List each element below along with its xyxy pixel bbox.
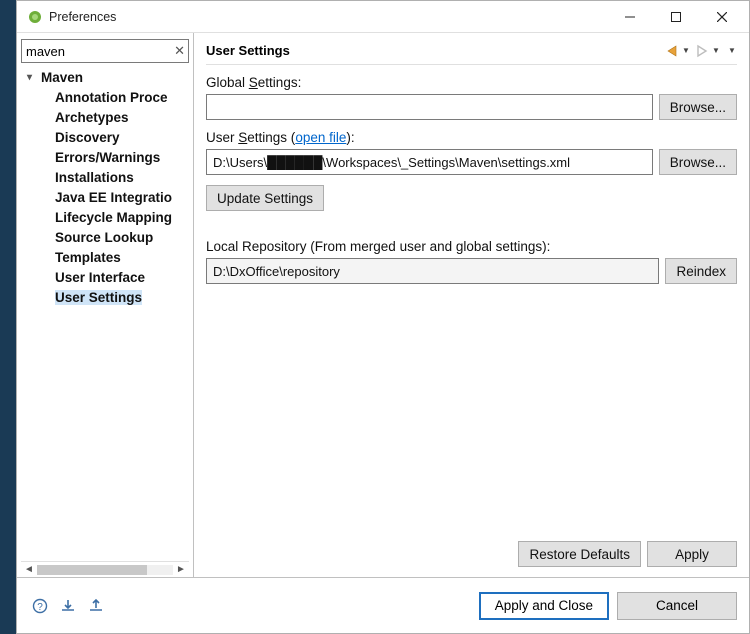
maximize-button[interactable]	[653, 2, 699, 32]
tree-item[interactable]: Lifecycle Mapping	[21, 207, 189, 227]
scroll-right-icon[interactable]: ►	[173, 564, 189, 575]
local-repository-input[interactable]	[206, 258, 659, 284]
preferences-window: Preferences ✕ ▾MavenAnnotation ProceArch…	[16, 0, 750, 634]
export-icon[interactable]	[85, 595, 107, 617]
reindex-button[interactable]: Reindex	[665, 258, 737, 284]
tree-item[interactable]: User Interface	[21, 267, 189, 287]
update-settings-button[interactable]: Update Settings	[206, 185, 324, 211]
import-icon[interactable]	[57, 595, 79, 617]
browse-user-button[interactable]: Browse...	[659, 149, 737, 175]
forward-dropdown-icon[interactable]: ▼	[711, 46, 721, 55]
scrollbar-thumb[interactable]	[37, 565, 147, 575]
page-title: User Settings	[206, 43, 661, 58]
user-settings-input[interactable]	[206, 149, 653, 175]
forward-icon[interactable]	[693, 42, 711, 60]
tree-item[interactable]: Discovery	[21, 127, 189, 147]
restore-defaults-button[interactable]: Restore Defaults	[518, 541, 641, 567]
clear-filter-icon[interactable]: ✕	[174, 43, 185, 59]
filter-tree-panel: ✕ ▾MavenAnnotation ProceArchetypesDiscov…	[17, 33, 194, 577]
back-icon[interactable]	[663, 42, 681, 60]
open-file-link[interactable]: open file	[295, 130, 346, 145]
tree-item[interactable]: Source Lookup	[21, 227, 189, 247]
tree-item[interactable]: Archetypes	[21, 107, 189, 127]
tree-item[interactable]: Templates	[21, 247, 189, 267]
horizontal-scrollbar[interactable]: ◄ ►	[21, 561, 189, 577]
global-settings-input[interactable]	[206, 94, 653, 120]
close-button[interactable]	[699, 2, 745, 32]
apply-button[interactable]: Apply	[647, 541, 737, 567]
dialog-button-bar: ? Apply and Close Cancel	[17, 577, 749, 633]
tree-item[interactable]: Errors/Warnings	[21, 147, 189, 167]
cancel-button[interactable]: Cancel	[617, 592, 737, 620]
minimize-button[interactable]	[607, 2, 653, 32]
local-repository-label: Local Repository (From merged user and g…	[206, 239, 737, 254]
titlebar: Preferences	[17, 1, 749, 33]
preferences-tree[interactable]: ▾MavenAnnotation ProceArchetypesDiscover…	[21, 67, 189, 561]
desktop-taskbar-sliver	[0, 0, 16, 634]
settings-page: User Settings ▼ ▼ ▼ Global Settings: Bro…	[194, 33, 749, 577]
app-icon	[27, 9, 43, 25]
window-title: Preferences	[49, 10, 607, 24]
apply-and-close-button[interactable]: Apply and Close	[479, 592, 609, 620]
svg-text:?: ?	[37, 602, 43, 613]
tree-item[interactable]: Java EE Integratio	[21, 187, 189, 207]
filter-input[interactable]	[21, 39, 189, 63]
browse-global-button[interactable]: Browse...	[659, 94, 737, 120]
global-settings-label: Global Settings:	[206, 75, 737, 90]
chevron-down-icon: ▾	[27, 72, 39, 83]
tree-item[interactable]: User Settings	[21, 287, 189, 307]
tree-item[interactable]: Annotation Proce	[21, 87, 189, 107]
scroll-left-icon[interactable]: ◄	[21, 564, 37, 575]
tree-item[interactable]: Installations	[21, 167, 189, 187]
tree-item-maven[interactable]: ▾Maven	[21, 67, 189, 87]
back-dropdown-icon[interactable]: ▼	[681, 46, 691, 55]
help-icon[interactable]: ?	[29, 595, 51, 617]
view-menu-icon[interactable]: ▼	[727, 46, 737, 55]
user-settings-label: User Settings (open file):	[206, 130, 737, 145]
